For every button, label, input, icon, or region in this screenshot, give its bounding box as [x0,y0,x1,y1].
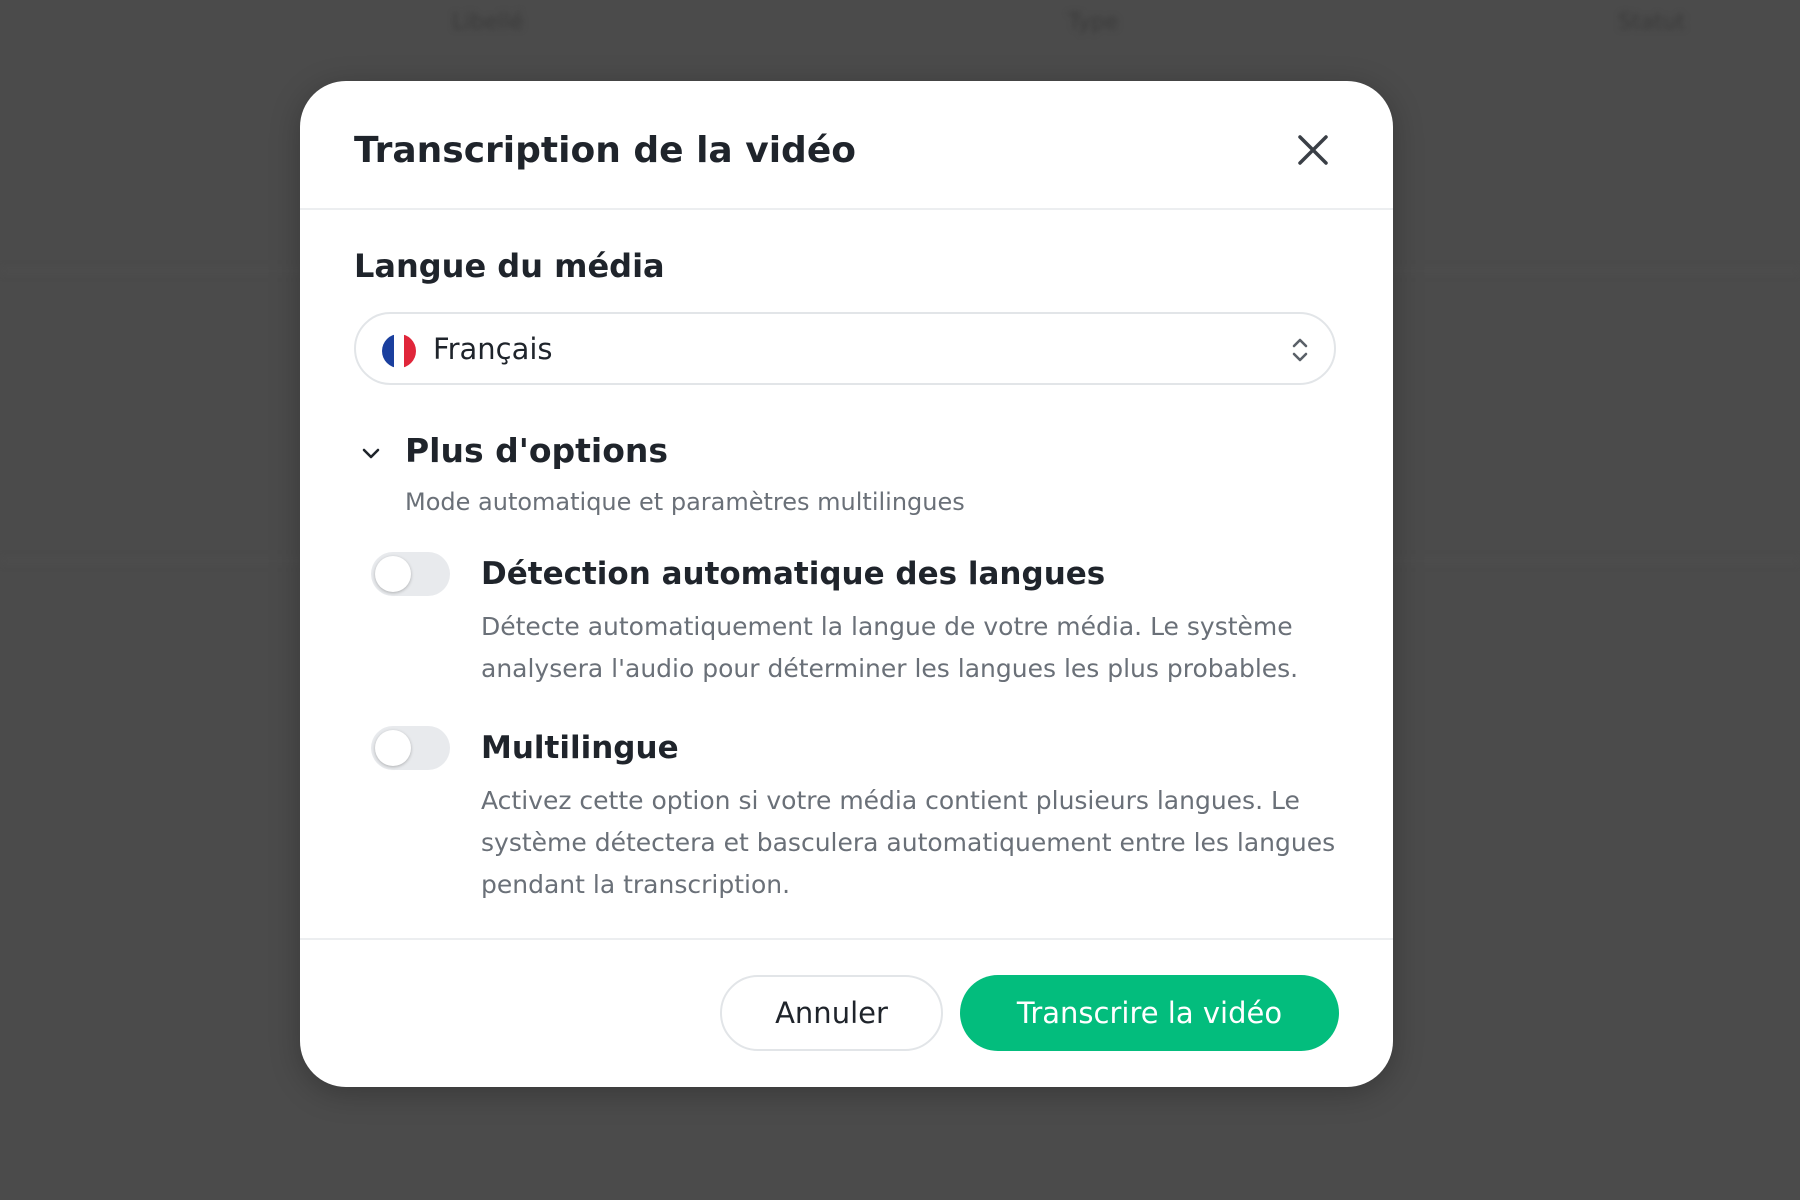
more-options-toggle[interactable]: Plus d'options [354,425,754,481]
footer-divider [300,938,1393,940]
auto-detect-toggle[interactable] [371,552,450,596]
multilingual-description: Activez cette option si votre média cont… [481,786,1336,899]
more-options-title: Plus d'options [405,431,669,470]
auto-detect-description: Détecte automatiquement la langue de vot… [481,612,1299,683]
language-select[interactable]: Français [354,312,1336,385]
language-label: Langue du média [354,247,665,285]
auto-detect-title: Détection automatique des langues [481,556,1106,592]
close-icon [1298,135,1328,165]
france-flag-icon [382,334,416,368]
transcription-dialog: Transcription de la vidéo Langue du médi… [300,81,1393,1087]
more-options-subtitle: Mode automatique et paramètres multiling… [405,488,965,516]
background-column-header: Statut [1618,10,1686,35]
multilingual-toggle[interactable] [371,726,450,770]
chevron-up-down-icon [1292,338,1308,362]
toggle-knob [375,556,411,592]
toggle-knob [375,730,411,766]
chevron-down-icon [362,448,380,459]
background-column-header: Type [1068,10,1119,35]
multilingual-title: Multilingue [481,730,679,766]
dialog-title: Transcription de la vidéo [354,130,856,171]
dialog-header: Transcription de la vidéo [300,81,1393,210]
background-table-header: Libellé Type Statut [0,0,1800,48]
cancel-button[interactable]: Annuler [720,975,943,1051]
background-column-header: Libellé [452,10,524,35]
close-button[interactable] [1290,127,1336,173]
language-select-value: Français [433,332,553,366]
transcribe-video-button[interactable]: Transcrire la vidéo [960,975,1339,1051]
